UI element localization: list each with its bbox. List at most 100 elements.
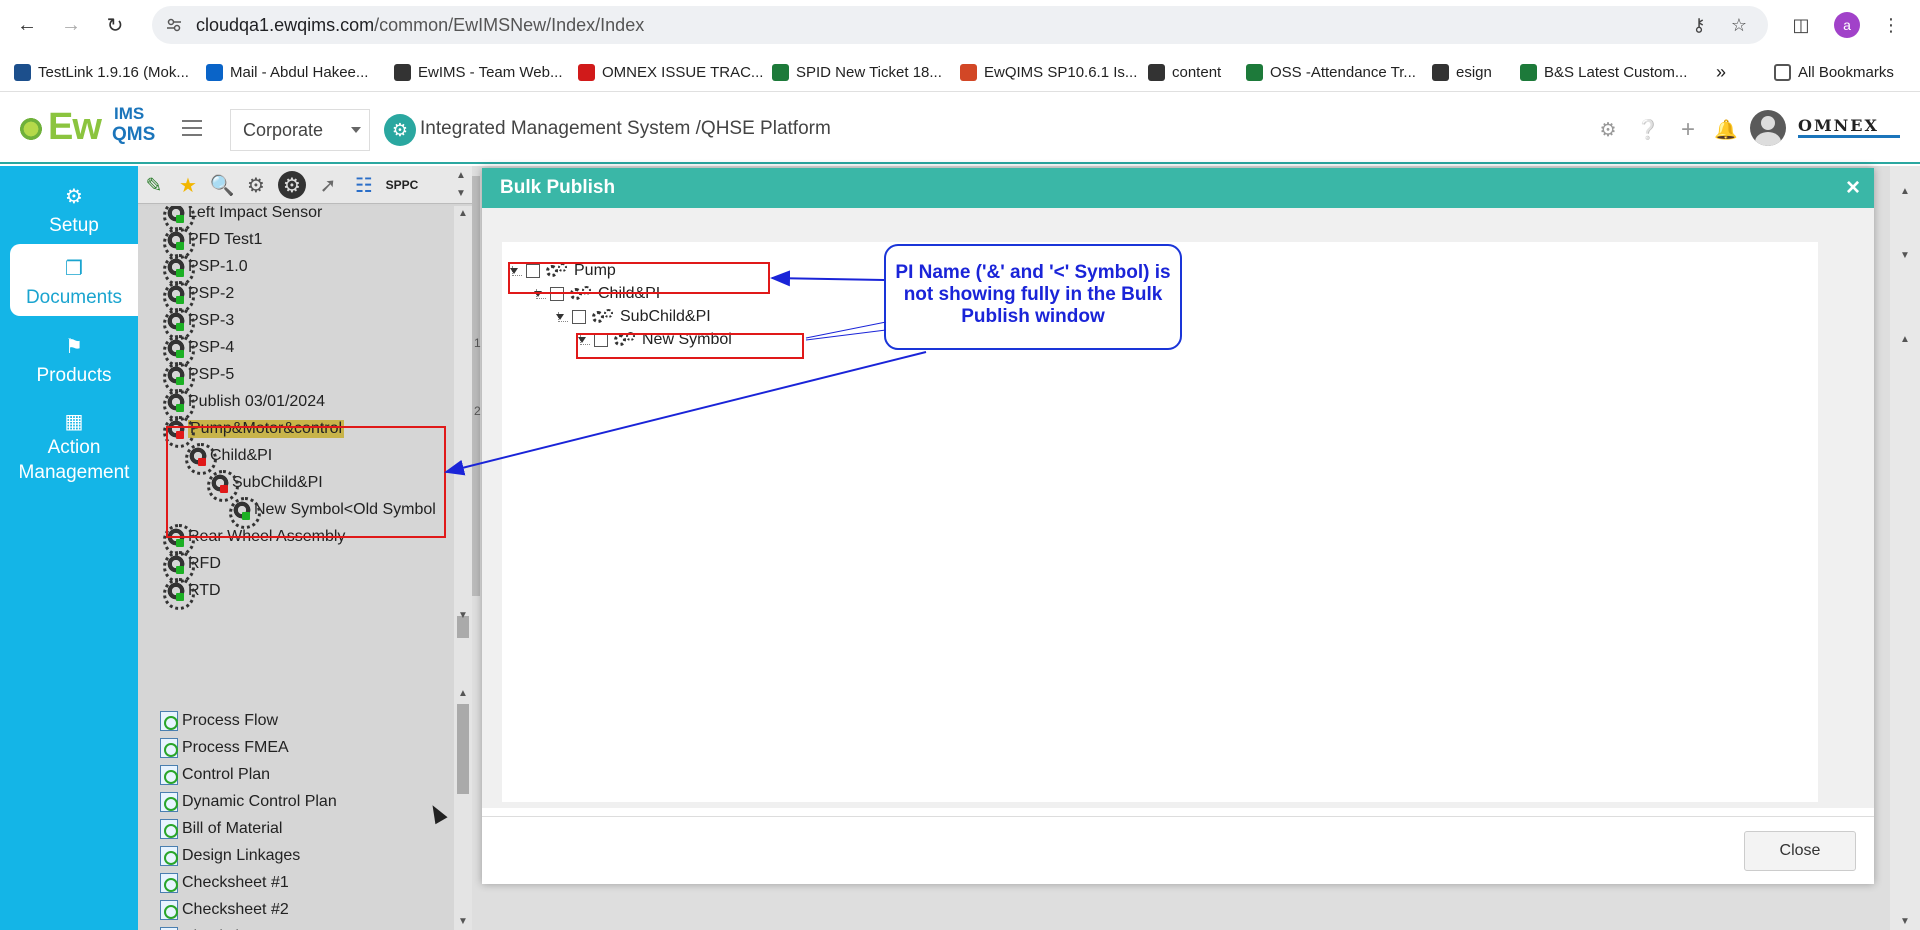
tree-node[interactable]: PSP-2	[163, 281, 234, 313]
document-type-label: Checksheet #1	[182, 874, 289, 891]
omnex-logo: OMNEX	[1798, 118, 1900, 138]
collapse-icon[interactable]	[556, 312, 568, 322]
reload-icon[interactable]: ↻	[100, 10, 130, 40]
building-icon: ▦	[64, 411, 84, 433]
hamburger-menu-icon[interactable]	[182, 120, 202, 136]
bookmark-item[interactable]: SPID New Ticket 18...	[772, 61, 942, 83]
bookmark-icon	[578, 63, 595, 81]
all-bookmarks-button[interactable]: All Bookmarks	[1774, 61, 1894, 83]
document-type-item[interactable]: Dynamic Control Plan	[160, 789, 337, 815]
tree-node[interactable]: PFD Test1	[163, 227, 262, 259]
document-type-item[interactable]: Bill of Material	[160, 816, 282, 842]
workspace-splitter[interactable]	[472, 176, 480, 596]
key-icon[interactable]: ⚷	[1684, 10, 1714, 40]
tree-node[interactable]: PSP-4	[163, 335, 235, 367]
chart-icon[interactable]: ➚	[314, 171, 342, 199]
bookmark-item[interactable]: TestLink 1.9.16 (Mok...	[14, 61, 189, 83]
document-type-item[interactable]: Control Plan	[160, 762, 270, 788]
nav-item-label: Products	[36, 365, 112, 386]
bookmark-item[interactable]: B&S Latest Custom...	[1520, 61, 1687, 83]
back-icon[interactable]: ←	[12, 10, 42, 40]
settings-gear-icon[interactable]: ⚙	[1596, 118, 1620, 142]
document-type-item[interactable]: Process Flow	[160, 708, 278, 734]
address-bar[interactable]: cloudqa1.ewqims.com/common/EwIMSNew/Inde…	[152, 6, 1768, 44]
nav-item-action-management[interactable]: ▦ Action Management	[10, 402, 138, 492]
bulk-tree-node[interactable]: SubChild&PI	[556, 306, 711, 328]
edit-list-icon[interactable]: ✎	[140, 171, 168, 199]
tree-node-label: PSP-4	[188, 339, 235, 356]
tree-node[interactable]: Left Impact Sensor	[163, 206, 323, 232]
star-icon[interactable]: ☆	[1724, 10, 1754, 40]
app-header: Ew IMS QMS Corporate ⚙ Integrated Manage…	[0, 92, 1920, 164]
document-type-icon	[160, 846, 178, 866]
document-type-icon	[160, 765, 178, 785]
workspace-marker: 2	[474, 404, 481, 418]
close-button[interactable]: Close	[1744, 831, 1856, 871]
tree-node[interactable]: RTD	[163, 578, 221, 610]
nav-item-setup[interactable]: ⚙ Setup	[10, 176, 138, 240]
gear-filter-icon[interactable]: ⚙	[278, 171, 306, 199]
site-select[interactable]: Corporate	[230, 109, 370, 151]
tree-node-label: Left Impact Sensor	[188, 206, 323, 221]
user-avatar[interactable]	[1750, 110, 1786, 146]
bookmark-label: EwIMS - Team Web...	[418, 63, 563, 81]
hierarchy-icon[interactable]: ☷	[350, 171, 378, 199]
side-panel-icon[interactable]: ◫	[1786, 10, 1816, 40]
all-bookmarks-label: All Bookmarks	[1798, 63, 1894, 81]
bell-icon[interactable]: 🔔	[1714, 118, 1738, 142]
more-bookmarks-icon[interactable]: »	[1716, 61, 1726, 83]
ewims-logo[interactable]: Ew IMS QMS	[14, 104, 164, 150]
tree-node[interactable]: PSP-5	[163, 362, 234, 394]
bookmark-item[interactable]: Mail - Abdul Hakee...	[206, 61, 368, 83]
document-type-item[interactable]: Checksheet #2	[160, 897, 289, 923]
tree-toolbar: ✎ ★ 🔍 ⚙ ⚙ ➚ ☷ SPPC ▲ ▼	[138, 166, 472, 204]
gear-status-icon	[163, 551, 195, 583]
annotation-box-new-symbol	[576, 333, 804, 359]
node-label: SubChild&PI	[620, 308, 711, 325]
tree-node[interactable]: RFD	[163, 551, 221, 583]
document-type-item[interactable]: Process FMEA	[160, 735, 289, 761]
tree-node[interactable]: PSP-3	[163, 308, 234, 340]
logo-qms: QMS	[112, 124, 156, 145]
search-icon[interactable]: 🔍	[208, 171, 236, 199]
help-icon[interactable]: ❔	[1636, 118, 1660, 142]
document-type-item[interactable]: Design Linkages	[160, 843, 300, 869]
document-type-list: Process Flow Process FMEA Control Plan Dyna…	[138, 686, 472, 930]
sppc-button[interactable]: SPPC	[382, 171, 422, 199]
gear-status-icon	[163, 362, 195, 394]
close-icon[interactable]: ×	[1846, 174, 1860, 202]
cart-icon[interactable]: ⚙	[242, 171, 270, 199]
bookmark-label: OMNEX ISSUE TRAC...	[602, 63, 764, 81]
nav-item-products[interactable]: ⚑ Products	[10, 326, 138, 390]
toolbar-scroll-down-icon[interactable]: ▼	[456, 188, 466, 199]
bookmark-item[interactable]: EwIMS - Team Web...	[394, 61, 563, 83]
node-checkbox[interactable]	[572, 310, 586, 324]
gear-status-icon	[163, 335, 195, 367]
bookmark-item[interactable]: OMNEX ISSUE TRAC...	[578, 61, 763, 83]
tree-node[interactable]: PSP-1.0	[163, 254, 248, 286]
workspace-marker: 1	[474, 336, 481, 350]
scroll-thumb[interactable]	[457, 704, 469, 794]
add-icon[interactable]: +	[1676, 116, 1700, 143]
favorite-star-icon[interactable]: ★	[174, 171, 202, 199]
toolbar-scroll-up-icon[interactable]: ▲	[456, 170, 466, 181]
kebab-menu-icon[interactable]: ⋮	[1876, 10, 1906, 40]
document-type-item[interactable]: Checksheet #1	[160, 870, 289, 896]
forward-icon[interactable]: →	[56, 10, 86, 40]
bookmark-item[interactable]: content	[1148, 61, 1221, 83]
bookmark-item[interactable]: esign	[1432, 61, 1492, 83]
bookmark-item[interactable]: EwQIMS SP10.6.1 Is...	[960, 61, 1137, 83]
document-type-item[interactable]: Checksheet #3	[160, 924, 289, 930]
profile-avatar[interactable]: a	[1834, 12, 1860, 38]
bookmark-item[interactable]: OSS -Attendance Tr...	[1246, 61, 1416, 83]
bookmark-label: TestLink 1.9.16 (Mok...	[38, 63, 189, 81]
doc-vertical-scrollbar[interactable]: ▲ ▼	[454, 686, 472, 930]
site-settings-icon[interactable]	[166, 17, 182, 33]
document-type-icon	[160, 900, 178, 920]
browser-toolbar: ← → ↻ cloudqa1.ewqims.com/common/EwIMSNe…	[0, 0, 1920, 50]
nav-item-documents[interactable]: ❐ Documents	[10, 244, 138, 316]
bookmark-icon	[1148, 63, 1165, 81]
bookmark-icon	[206, 63, 223, 81]
gear-status-icon	[163, 281, 195, 313]
tree-node[interactable]: Publish 03/01/2024	[163, 389, 325, 421]
